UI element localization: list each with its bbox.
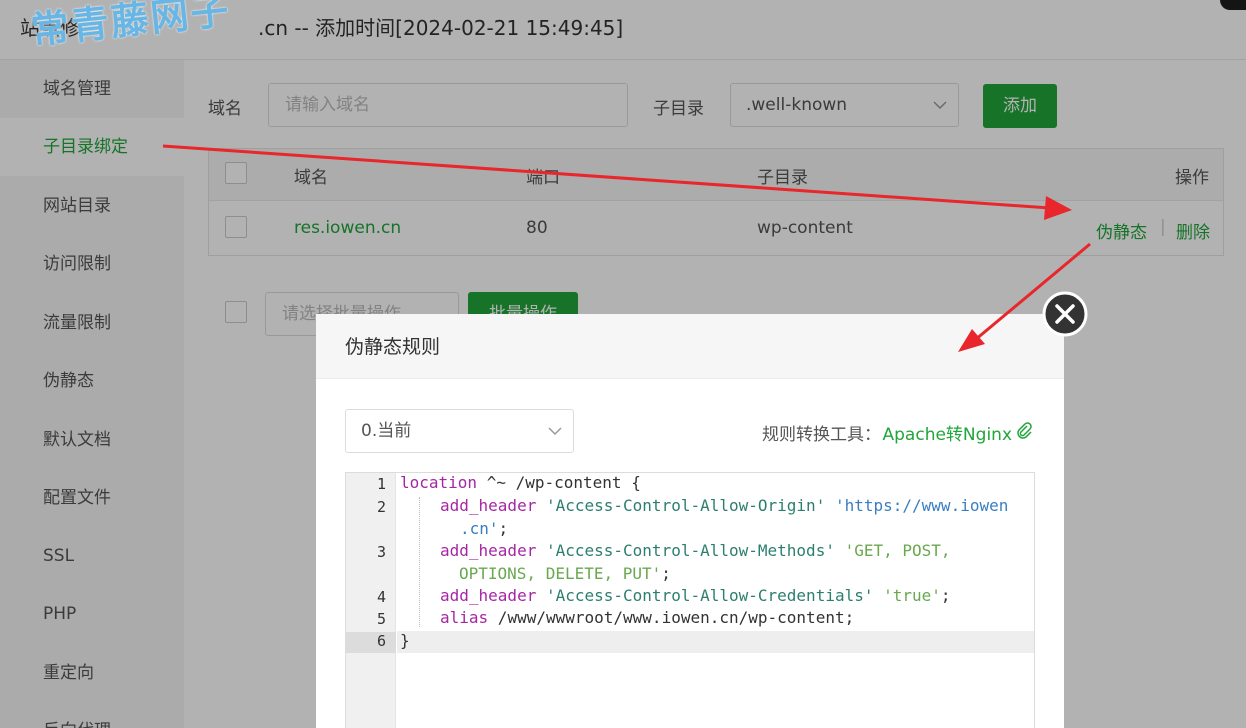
code-line-3: add_header 'Access-Control-Allow-Methods…	[440, 541, 951, 560]
code-string: 'true'	[883, 586, 941, 605]
code-line-4: add_header 'Access-Control-Allow-Credent…	[440, 586, 951, 605]
code-keyword: add_header	[440, 496, 537, 515]
code-string: 'Access-Control-Allow-Methods'	[545, 541, 835, 560]
indent-guide	[419, 497, 420, 627]
code-text: ^~ /wp-content {	[477, 473, 641, 492]
line-number: 1	[376, 475, 386, 493]
code-line-1: location ^~ /wp-content {	[400, 473, 641, 492]
code-editor[interactable]: 1 2 3 4 5 6 location ^~ /wp-content { ad…	[345, 472, 1035, 728]
code-keyword: add_header	[440, 541, 537, 560]
line-number: 3	[376, 543, 386, 561]
code-keyword: location	[400, 473, 478, 492]
rule-version-value: 0.当前	[361, 421, 412, 441]
code-text: ;	[498, 519, 509, 538]
code-text: ;	[940, 586, 951, 605]
code-string: 'https://www.iowen	[834, 496, 1009, 515]
code-keyword: add_header	[440, 586, 537, 605]
apache-to-nginx-link[interactable]: Apache转Nginx	[883, 420, 1012, 445]
code-string: .cn'	[460, 519, 499, 538]
code-line-5: alias /www/wwwroot/www.iowen.cn/wp-conte…	[440, 608, 854, 627]
line-number: 2	[376, 498, 386, 516]
code-string: 'GET, POST,	[844, 541, 951, 560]
code-line-2-wrap: .cn';	[460, 519, 508, 538]
line-number: 5	[376, 610, 386, 628]
rule-version-select[interactable]: 0.当前	[345, 409, 574, 453]
code-string: 'Access-Control-Allow-Credentials'	[545, 586, 874, 605]
link-icon[interactable]	[1016, 422, 1034, 440]
convert-tool-label: 规则转换工具：	[762, 425, 881, 445]
code-line-2: add_header 'Access-Control-Allow-Origin'…	[440, 496, 1008, 515]
chevron-down-icon	[548, 427, 562, 436]
code-keyword: alias	[440, 608, 489, 627]
modal-header: 伪静态规则	[316, 314, 1064, 379]
line-number-gutter: 1 2 3 4 5 6	[346, 473, 396, 728]
code-text: /www/wwwroot/www.iowen.cn/wp-content;	[488, 608, 855, 627]
line-number: 4	[376, 588, 386, 606]
code-line-3-wrap: OPTIONS, DELETE, PUT';	[459, 564, 671, 583]
modal-title: 伪静态规则	[345, 336, 441, 358]
code-text: ;	[661, 564, 671, 583]
code-string: OPTIONS, DELETE, PUT'	[459, 564, 662, 583]
line-number-current: 6	[346, 632, 396, 653]
code-line-6: }	[400, 631, 410, 650]
current-line-highlight	[397, 631, 1034, 653]
code-string: 'Access-Control-Allow-Origin'	[545, 496, 826, 515]
rewrite-modal: 伪静态规则 0.当前 规则转换工具： Apache转Nginx 1 2 3 4 …	[316, 314, 1064, 728]
close-icon[interactable]	[1042, 291, 1088, 337]
